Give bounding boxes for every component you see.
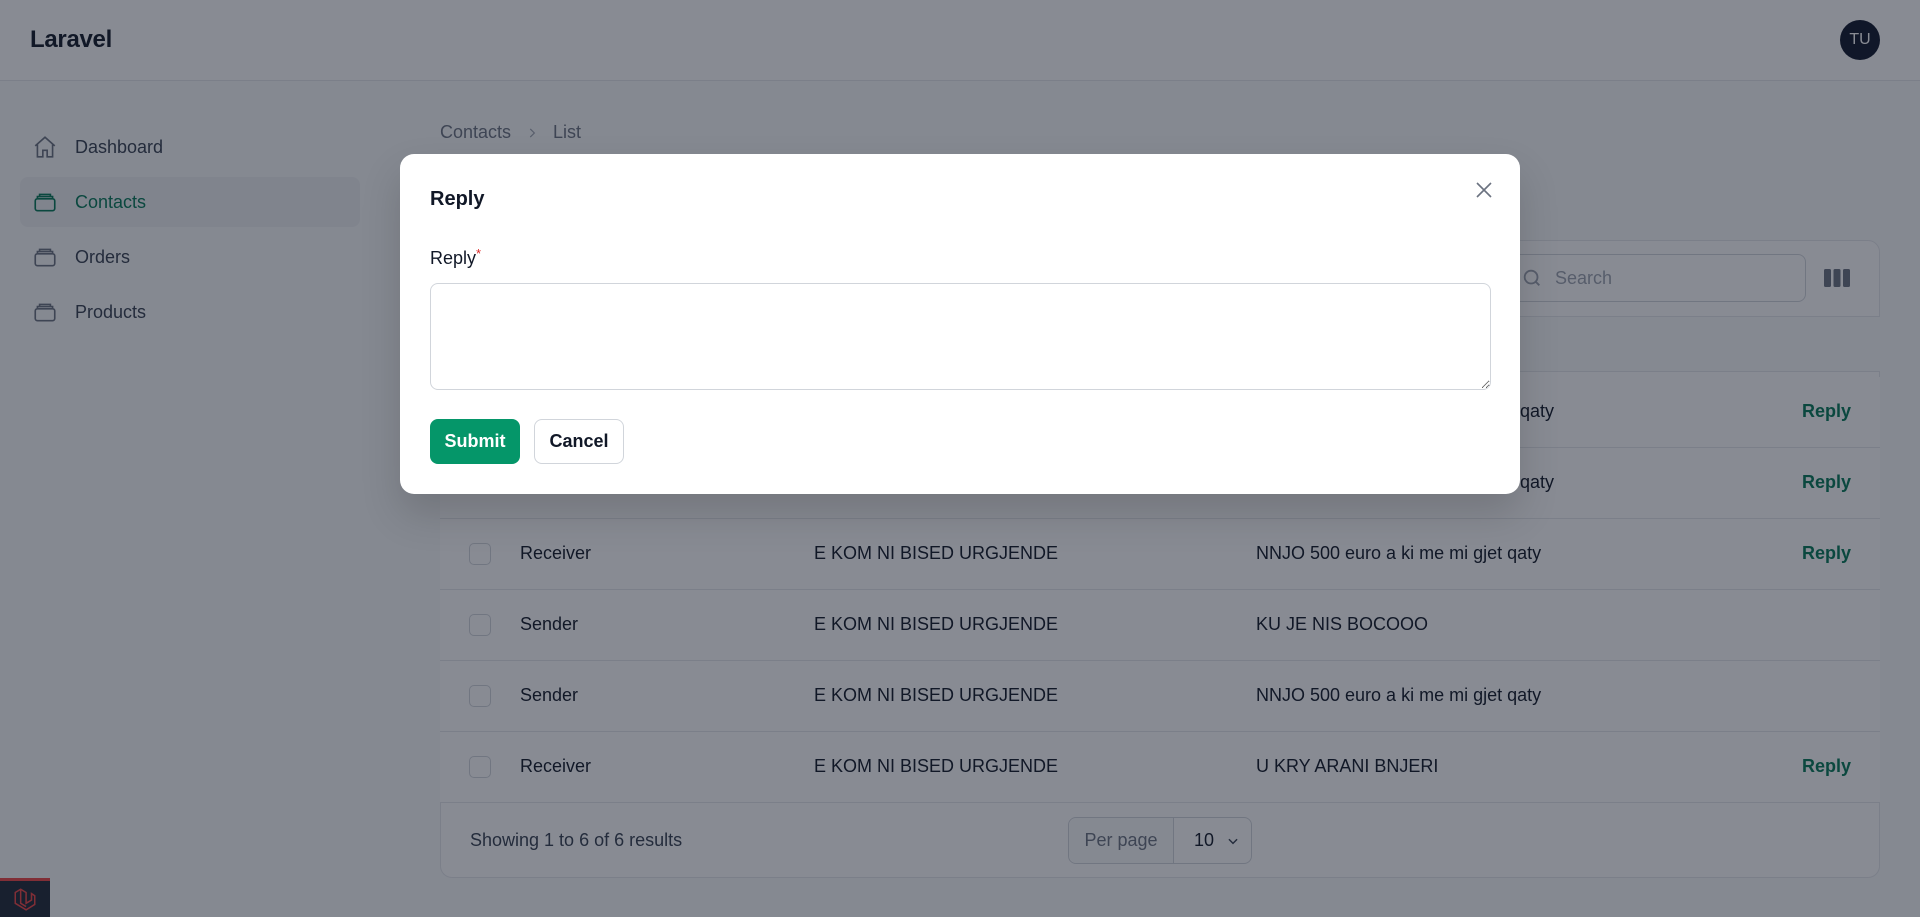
submit-button[interactable]: Submit [430, 419, 520, 464]
cancel-button[interactable]: Cancel [534, 419, 624, 464]
reply-textarea[interactable] [430, 283, 1491, 390]
close-icon[interactable] [1472, 178, 1496, 202]
required-marker: * [476, 246, 482, 261]
modal-title: Reply [430, 188, 485, 210]
reply-field-label: Reply* [430, 246, 482, 269]
reply-modal: Reply Reply* Submit Cancel [400, 154, 1520, 494]
reply-field-label-text: Reply [430, 248, 477, 268]
